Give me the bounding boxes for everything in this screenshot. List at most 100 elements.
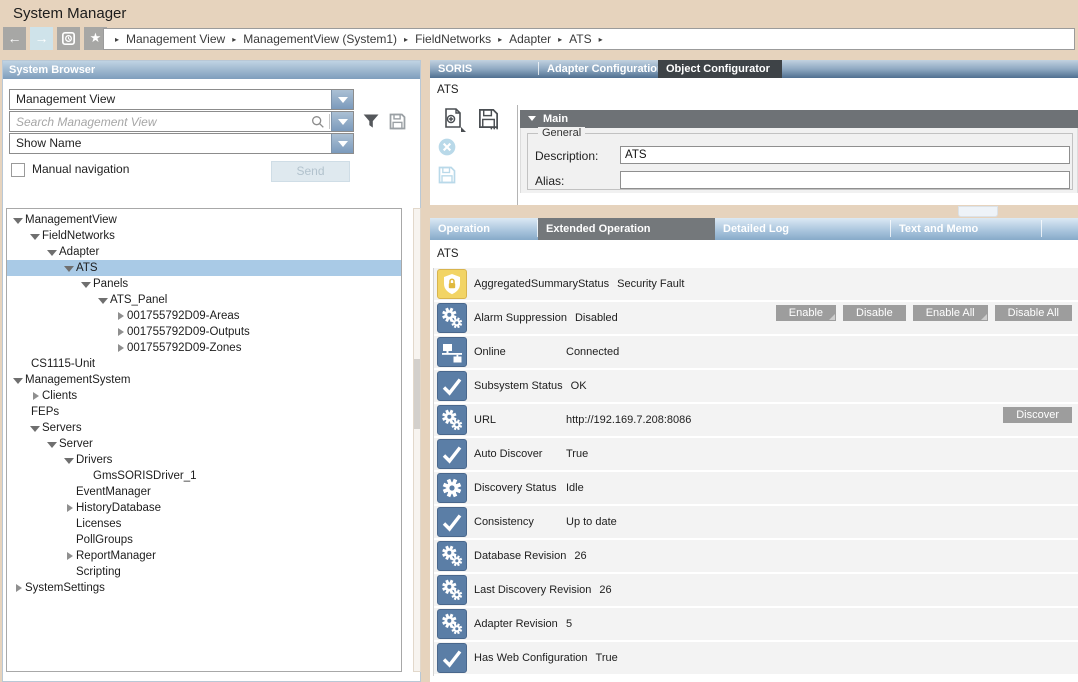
tree-expand-toggle[interactable]: [46, 244, 59, 260]
gears-icon: [437, 609, 467, 639]
primary-tab-bar: SORISAdapter ConfigurationObject Configu…: [430, 60, 1078, 78]
tree-item-clients[interactable]: Clients: [7, 388, 401, 404]
tree-expand-toggle[interactable]: [29, 228, 42, 244]
tab-operation[interactable]: Operation: [430, 218, 537, 240]
tree-item-001755792d09-zones[interactable]: 001755792D09-Zones: [7, 340, 401, 356]
tree-item-panels[interactable]: Panels: [7, 276, 401, 292]
tab-extended-operation[interactable]: Extended Operation: [538, 218, 715, 240]
tree-item-drivers[interactable]: Drivers: [7, 452, 401, 468]
property-name: Discovery Status: [474, 482, 566, 494]
property-value: OK: [571, 380, 587, 392]
tree-scrollbar-thumb[interactable]: [414, 359, 420, 429]
breadcrumb-item-ats[interactable]: ATS: [569, 32, 591, 46]
breadcrumb-item-managementview-system1[interactable]: ManagementView (System1): [243, 32, 397, 46]
breadcrumb-arrow-icon: ▸: [232, 35, 236, 44]
view-selector[interactable]: Management View: [9, 89, 354, 110]
save-icon[interactable]: [477, 107, 500, 130]
description-field[interactable]: [620, 146, 1070, 164]
tree-item-servers[interactable]: Servers: [7, 420, 401, 436]
tree-expand-toggle[interactable]: [12, 372, 25, 388]
breadcrumb-item-management-view[interactable]: Management View: [126, 32, 225, 46]
tab-detailed-log[interactable]: Detailed Log: [715, 218, 890, 240]
breadcrumb-item-adapter[interactable]: Adapter: [509, 32, 551, 46]
enable-button[interactable]: Enable: [776, 305, 836, 321]
tab-text-and-memo[interactable]: Text and Memo: [891, 218, 1041, 240]
save-search-icon[interactable]: [387, 111, 408, 132]
tree-item-server[interactable]: Server: [7, 436, 401, 452]
tree-item-pollgroups[interactable]: PollGroups: [7, 532, 401, 548]
property-name: Online: [474, 346, 566, 358]
chevron-down-icon[interactable]: [331, 112, 353, 131]
manual-navigation-checkbox[interactable]: [11, 163, 25, 177]
tree-scrollbar[interactable]: [413, 208, 421, 672]
tree-item-label: FieldNetworks: [42, 230, 115, 242]
chevron-down-icon[interactable]: [331, 90, 353, 109]
tree-expand-toggle[interactable]: [114, 340, 127, 356]
search-input[interactable]: [10, 112, 305, 131]
tree-expand-toggle[interactable]: [63, 500, 76, 516]
property-name: Has Web Configuration: [474, 652, 596, 664]
tree-expand-toggle[interactable]: [12, 212, 25, 228]
tree-item-cs1115-unit[interactable]: CS1115-Unit: [7, 356, 401, 372]
tree-expand-toggle[interactable]: [114, 324, 127, 340]
send-button[interactable]: Send: [271, 161, 350, 182]
property-value: 26: [599, 584, 611, 596]
tree-item-managementview[interactable]: ManagementView: [7, 212, 401, 228]
tree-item-gmssorisdriver-1[interactable]: GmsSORISDriver_1: [7, 468, 401, 484]
breadcrumb-item-fieldnetworks[interactable]: FieldNetworks: [415, 32, 491, 46]
check-icon: [437, 439, 467, 469]
splitter-handle[interactable]: [958, 206, 998, 217]
tree-item-scripting[interactable]: Scripting: [7, 564, 401, 580]
tree-expand-toggle[interactable]: [29, 388, 42, 404]
property-row-alarm-suppression: Alarm SuppressionDisabledEnableDisableEn…: [434, 302, 1078, 334]
discover-button[interactable]: Discover: [1003, 407, 1072, 423]
tree-item-label: Licenses: [76, 518, 121, 530]
tab-object-configurator[interactable]: Object Configurator: [658, 60, 782, 78]
description-label: Description:: [535, 149, 598, 163]
nav-history-button[interactable]: [57, 27, 80, 50]
chevron-down-icon[interactable]: [331, 134, 353, 153]
tree-expand-toggle[interactable]: [63, 452, 76, 468]
new-object-icon[interactable]: [441, 106, 467, 132]
tab-soris[interactable]: SORIS: [430, 60, 538, 78]
tree-item-eventmanager[interactable]: EventManager: [7, 484, 401, 500]
disable-button[interactable]: Disable: [843, 305, 906, 321]
tree-item-managementsystem[interactable]: ManagementSystem: [7, 372, 401, 388]
search-icon[interactable]: [310, 114, 326, 130]
tree-expand-toggle[interactable]: [63, 260, 76, 276]
save-disabled-icon[interactable]: [437, 165, 457, 185]
delete-object-icon[interactable]: [437, 137, 457, 157]
tree-expand-toggle[interactable]: [29, 420, 42, 436]
tree-expand-toggle[interactable]: [114, 308, 127, 324]
display-mode-selector[interactable]: Show Name: [9, 133, 354, 154]
tree-item-label: CS1115-Unit: [31, 358, 95, 370]
nav-back-button[interactable]: ←: [3, 27, 26, 50]
property-row-aggregatedsummarystatus: AggregatedSummaryStatusSecurity Fault: [434, 268, 1078, 300]
tree-item-fieldnetworks[interactable]: FieldNetworks: [7, 228, 401, 244]
tree-item-001755792d09-areas[interactable]: 001755792D09-Areas: [7, 308, 401, 324]
enable-all-button[interactable]: Enable All: [913, 305, 988, 321]
tree-item-feps[interactable]: FEPs: [7, 404, 401, 420]
tree-item-licenses[interactable]: Licenses: [7, 516, 401, 532]
tab-separator: [1041, 220, 1042, 237]
tree-item-adapter[interactable]: Adapter: [7, 244, 401, 260]
tree-item-ats-panel[interactable]: ATS_Panel: [7, 292, 401, 308]
alias-field[interactable]: [620, 171, 1070, 189]
tree-item-ats[interactable]: ATS: [7, 260, 401, 276]
tree-expand-toggle[interactable]: [46, 436, 59, 452]
tree-expand-toggle[interactable]: [97, 292, 110, 308]
nav-forward-button[interactable]: →: [30, 27, 53, 50]
tree-item-reportmanager[interactable]: ReportManager: [7, 548, 401, 564]
tree-item-historydatabase[interactable]: HistoryDatabase: [7, 500, 401, 516]
tree-expand-toggle[interactable]: [63, 548, 76, 564]
tree-item-label: Panels: [93, 278, 128, 290]
filter-icon[interactable]: [361, 111, 382, 132]
disable-all-button[interactable]: Disable All: [995, 305, 1072, 321]
tree-item-001755792d09-outputs[interactable]: 001755792D09-Outputs: [7, 324, 401, 340]
search-box: [9, 111, 354, 132]
tree-expand-toggle[interactable]: [12, 580, 25, 596]
tree-expand-toggle[interactable]: [80, 276, 93, 292]
main-section-header[interactable]: Main: [520, 110, 1078, 128]
tab-adapter-configuration[interactable]: Adapter Configuration: [539, 60, 658, 78]
tree-item-systemsettings[interactable]: SystemSettings: [7, 580, 401, 596]
